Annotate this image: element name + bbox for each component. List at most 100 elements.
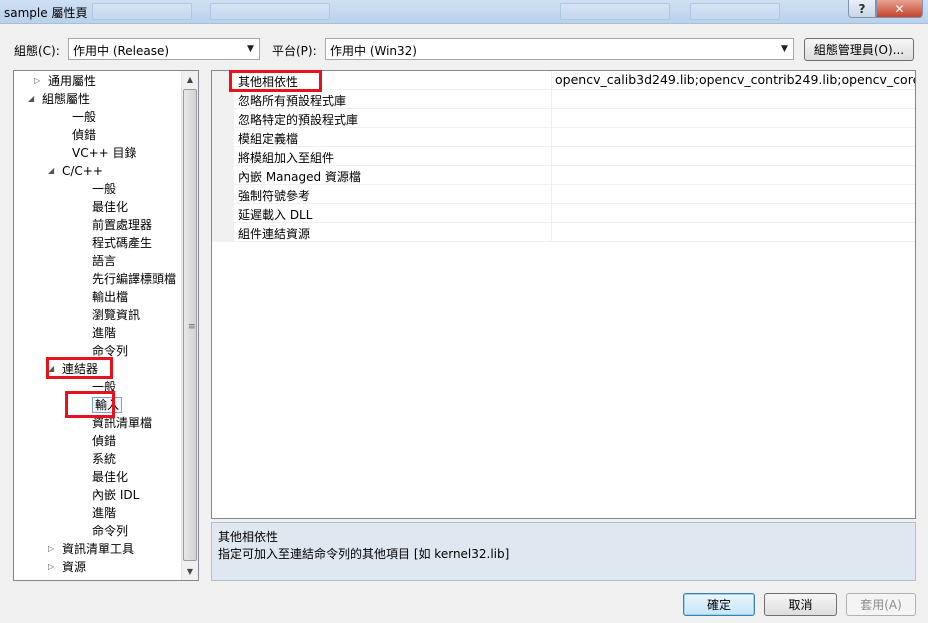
tree-item-label: 瀏覽資訊 (92, 308, 141, 322)
tree-item[interactable]: 命令列 (14, 522, 182, 540)
config-manager-button[interactable]: 組態管理員(O)... (804, 38, 914, 61)
tree-item[interactable]: 偵錯 (14, 126, 182, 144)
tree-item[interactable]: 程式碼產生 (14, 234, 182, 252)
tree-item-label: 資訊清單工具 (62, 542, 135, 556)
help-button[interactable]: ? (848, 0, 876, 18)
tree-item[interactable]: 最佳化 (14, 468, 182, 486)
expand-arrow-icon[interactable]: ▷ (34, 72, 40, 90)
property-name: 其他相依性 (238, 75, 299, 89)
category-tree[interactable]: ▷ 通用屬性 ◢ 組態屬性 一般 偵錯 VC++ 目錄 ◢ C/C++ 一般 最佳化 前置處理器 程式碼… (13, 70, 199, 581)
expand-arrow-icon[interactable]: ▷ (48, 540, 54, 558)
column-divider[interactable] (551, 147, 552, 165)
collapse-arrow-icon[interactable]: ◢ (48, 360, 54, 378)
property-row[interactable]: 忽略所有預設程式庫 (212, 90, 915, 109)
scroll-down-arrow-icon[interactable]: ▼ (182, 563, 198, 580)
tree-item-label: 最佳化 (92, 200, 129, 214)
column-divider[interactable] (551, 109, 552, 127)
column-divider[interactable] (551, 223, 552, 241)
tree-item[interactable]: ◢ 組態屬性 (14, 90, 182, 108)
tree-item[interactable]: 前置處理器 (14, 216, 182, 234)
tree-item[interactable]: 進階 (14, 504, 182, 522)
tree-item[interactable]: 進階 (14, 324, 182, 342)
tree-item-label: C/C++ (62, 164, 103, 178)
tree-item[interactable]: 語言 (14, 252, 182, 270)
expand-arrow-icon[interactable]: ▷ (48, 558, 54, 576)
dropdown-arrow-icon: ▼ (247, 44, 254, 54)
collapse-arrow-icon[interactable]: ◢ (28, 90, 34, 108)
property-row[interactable]: 其他相依性 opencv_calib3d249.lib;opencv_contri… (212, 71, 915, 90)
property-row[interactable]: 模組定義檔 (212, 128, 915, 147)
description-text: 指定可加入至連結命令列的其他項目 [如 kernel32.lib] (218, 547, 510, 561)
property-name: 內嵌 Managed 資源檔 (238, 170, 361, 184)
apply-button[interactable]: 套用(A) (846, 593, 916, 616)
tree-item[interactable]: 一般 (14, 180, 182, 198)
tree-item-label: 前置處理器 (92, 218, 153, 232)
tree-item[interactable]: 資訊清單檔 (14, 414, 182, 432)
column-divider[interactable] (551, 71, 552, 89)
tree-item-label: 一般 (92, 182, 117, 196)
dropdown-arrow-icon: ▼ (781, 44, 788, 54)
tree-item[interactable]: ▷ 資源 (14, 558, 182, 576)
cancel-button[interactable]: 取消 (764, 593, 837, 616)
tree-item[interactable]: 輸入 (14, 396, 182, 414)
row-gutter (212, 166, 234, 184)
tree-item[interactable]: ▷ 通用屬性 (14, 72, 182, 90)
column-divider[interactable] (551, 185, 552, 203)
description-panel: 其他相依性 指定可加入至連結命令列的其他項目 [如 kernel32.lib] (211, 522, 916, 581)
tree-item[interactable]: 系統 (14, 450, 182, 468)
column-divider[interactable] (551, 128, 552, 146)
property-name: 延遲載入 DLL (238, 208, 313, 222)
row-gutter (212, 185, 234, 203)
platform-dropdown-value: 作用中 (Win32) (330, 44, 417, 58)
tree-item[interactable]: 一般 (14, 108, 182, 126)
scroll-thumb[interactable]: ≡ (183, 89, 197, 561)
ok-button[interactable]: 確定 (683, 593, 755, 616)
tree-item[interactable]: ▷ 資訊清單工具 (14, 540, 182, 558)
column-divider[interactable] (551, 166, 552, 184)
tree-item-label: 偵錯 (72, 128, 97, 142)
tree-item-label: 命令列 (92, 344, 129, 358)
column-divider[interactable] (551, 204, 552, 222)
tree-item[interactable]: 最佳化 (14, 198, 182, 216)
close-icon: ✕ (894, 1, 905, 16)
property-name: 模組定義檔 (238, 132, 299, 146)
config-dropdown[interactable]: 作用中 (Release) ▼ (68, 38, 260, 60)
tree-item[interactable]: 輸出檔 (14, 288, 182, 306)
tree-item[interactable]: VC++ 目錄 (14, 144, 182, 162)
platform-dropdown[interactable]: 作用中 (Win32) ▼ (325, 38, 794, 60)
tree-item[interactable]: 先行編譯標頭檔 (14, 270, 182, 288)
tree-scrollbar[interactable]: ▲ ≡ ▼ (181, 71, 198, 580)
property-row[interactable]: 忽略特定的預設程式庫 (212, 109, 915, 128)
title-bar[interactable]: sample 屬性頁 ? ✕ (0, 0, 928, 24)
tree-item-label: 連結器 (62, 362, 99, 376)
property-grid[interactable]: 其他相依性 opencv_calib3d249.lib;opencv_contri… (211, 70, 916, 519)
tree-item[interactable]: 偵錯 (14, 432, 182, 450)
property-row[interactable]: 強制符號參考 (212, 185, 915, 204)
close-button[interactable]: ✕ (876, 0, 923, 18)
property-row[interactable]: 內嵌 Managed 資源檔 (212, 166, 915, 185)
tree-item-label: 資訊清單檔 (92, 416, 153, 430)
tree-item[interactable]: ◢ 連結器 (14, 360, 182, 378)
tree-item[interactable]: 瀏覽資訊 (14, 306, 182, 324)
tree-item[interactable]: 命令列 (14, 342, 182, 360)
row-gutter (212, 147, 234, 165)
platform-label: 平台(P): (272, 44, 317, 58)
property-row[interactable]: 延遲載入 DLL (212, 204, 915, 223)
background-window-tab (690, 3, 780, 20)
tree-item[interactable]: 一般 (14, 378, 182, 396)
collapse-arrow-icon[interactable]: ◢ (48, 162, 54, 180)
tree-item-label: 資源 (62, 560, 87, 574)
column-divider[interactable] (551, 90, 552, 108)
tree-item-label: 通用屬性 (48, 74, 97, 88)
property-row[interactable]: 組件連結資源 (212, 223, 915, 242)
tree-item[interactable]: ◢ C/C++ (14, 162, 182, 180)
tree-item-label: 語言 (92, 254, 117, 268)
background-window-tab (210, 3, 330, 20)
scroll-up-arrow-icon[interactable]: ▲ (182, 71, 198, 88)
property-value[interactable]: opencv_calib3d249.lib;opencv_contrib249.… (555, 72, 915, 87)
background-window-tab (560, 3, 670, 20)
tree-item-label: 先行編譯標頭檔 (92, 272, 177, 286)
property-row[interactable]: 將模組加入至組件 (212, 147, 915, 166)
tree-item-label: 內嵌 IDL (92, 488, 140, 502)
tree-item[interactable]: 內嵌 IDL (14, 486, 182, 504)
